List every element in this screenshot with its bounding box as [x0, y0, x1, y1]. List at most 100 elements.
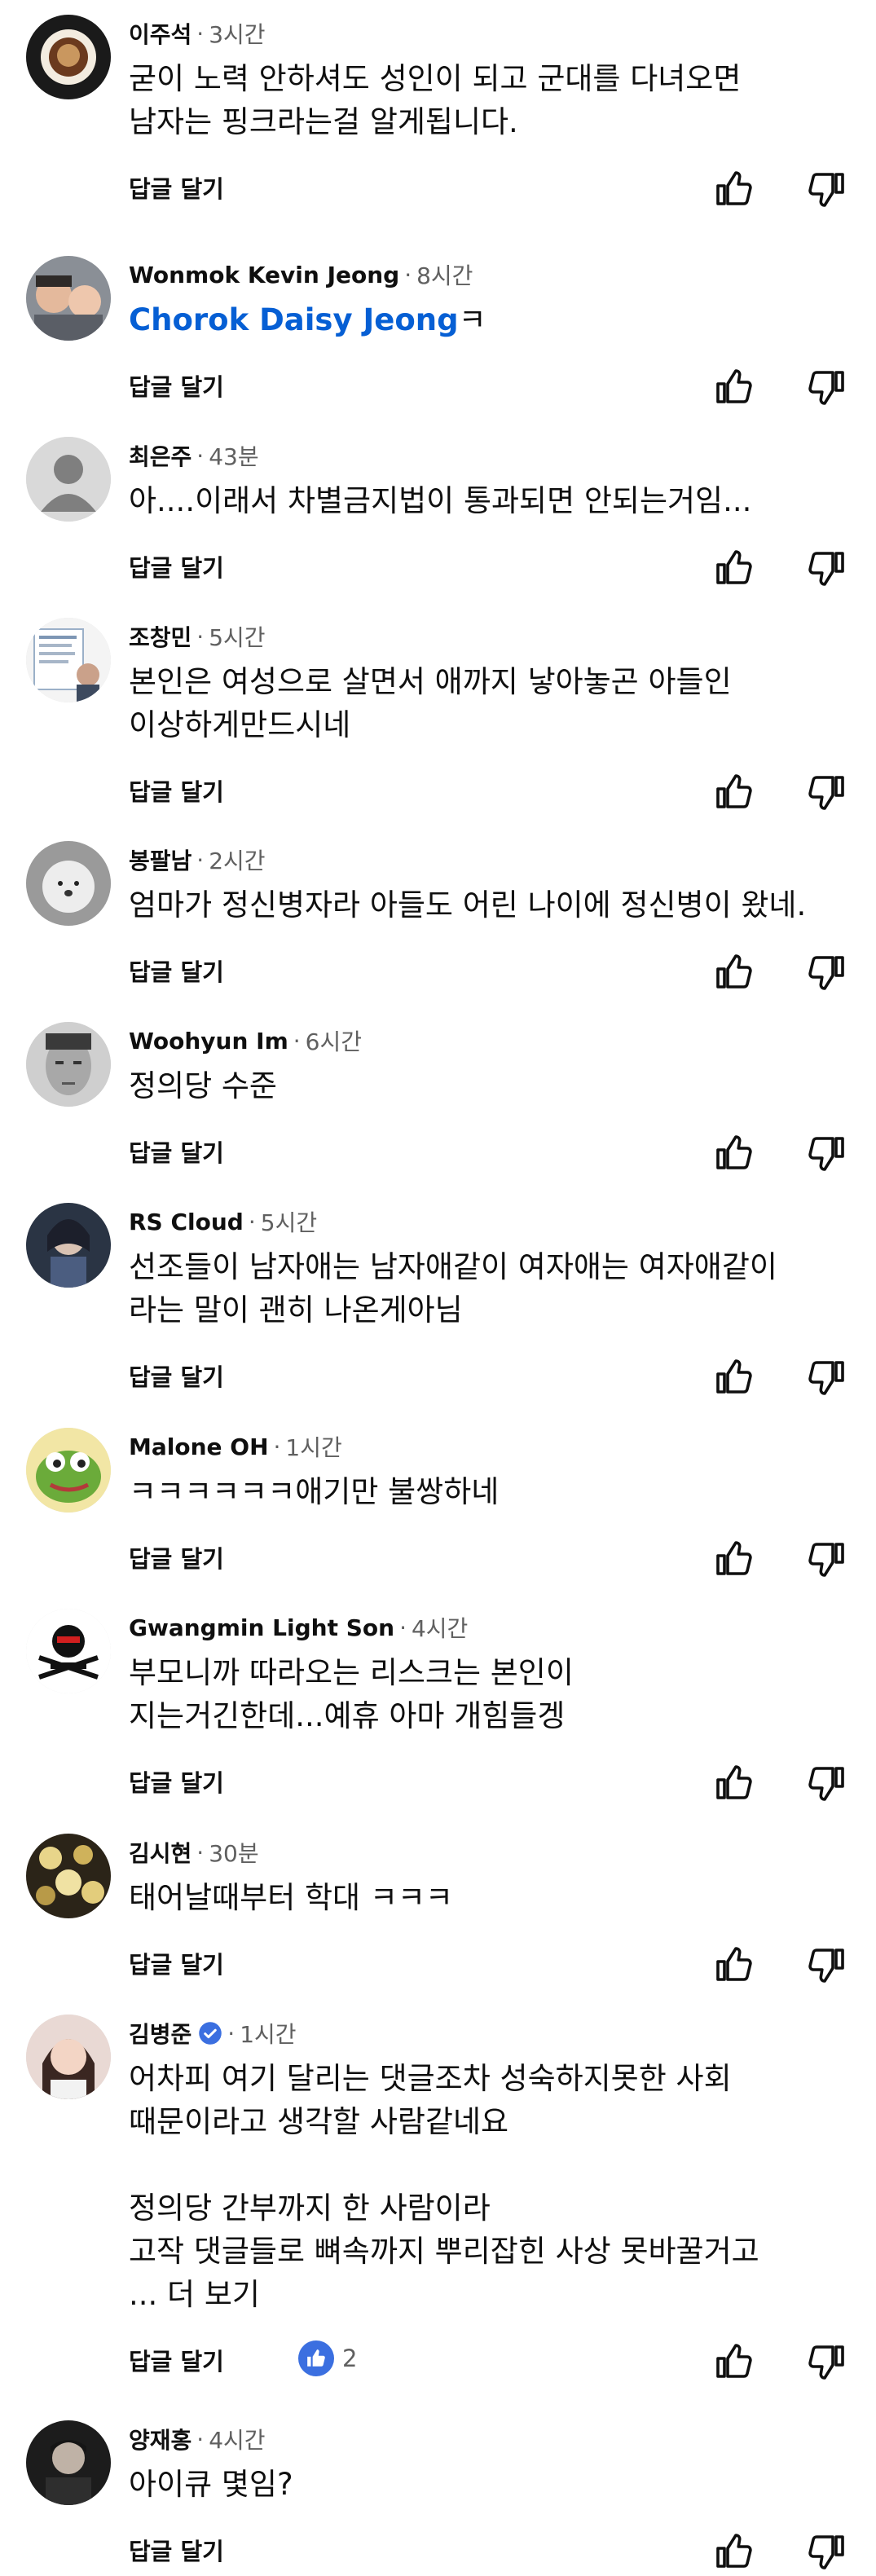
comment-timestamp[interactable]: 6시간 [306, 1024, 362, 1057]
reply-button[interactable]: 답글 달기 [129, 954, 224, 990]
comment-timestamp[interactable]: 4시간 [412, 1611, 468, 1644]
avatar-dog [26, 841, 111, 926]
avatar-frog [26, 1428, 111, 1513]
thumbs-up-icon[interactable] [715, 1539, 754, 1579]
separator-dot: · [196, 846, 205, 874]
author-name[interactable]: 이주석 [129, 17, 191, 50]
avatar[interactable] [26, 1022, 111, 1107]
comment-body: 어차피 여기 달리는 댓글조차 성숙하지못한 사회 때문이라고 생각할 사람같네… [129, 2061, 759, 2312]
avatar[interactable] [26, 1203, 111, 1288]
avatar[interactable] [26, 1834, 111, 1918]
thumbs-up-filled-icon [298, 2340, 334, 2376]
avatar[interactable] [26, 1609, 111, 1693]
thumbs-down-icon[interactable] [807, 2532, 846, 2571]
avatar-girl [26, 2015, 111, 2099]
comment-text: 선조들이 남자애는 남자애같이 여자애는 여자애같이 라는 말이 괜히 나온게아… [129, 1245, 862, 1332]
comment-header: RS Cloud · 5시간 [129, 1203, 317, 1240]
reply-button[interactable]: 답글 달기 [129, 1541, 224, 1577]
author-name[interactable]: Woohyun Im [129, 1028, 288, 1055]
thumbs-down-icon[interactable] [807, 1134, 846, 1173]
reply-button[interactable]: 답글 달기 [129, 2344, 224, 2380]
author-name[interactable]: RS Cloud [129, 1209, 244, 1235]
reply-button[interactable]: 답글 달기 [129, 1359, 224, 1395]
comment-timestamp[interactable]: 1시간 [240, 2017, 296, 2050]
comment-body: 본인은 여성으로 살면서 애까지 낳아놓곤 아들인 이상하게만드시네 [129, 664, 732, 742]
avatar[interactable] [26, 2015, 111, 2099]
thumbs-up-icon[interactable] [715, 2532, 754, 2571]
comment-list: 이주석 · 3시간 굳이 노력 안하셔도 성인이 되고 군대를 다녀오면 남자는 핑크… [0, 0, 876, 2573]
author-name[interactable]: 최은주 [129, 439, 191, 472]
thumbs-down-icon[interactable] [807, 368, 846, 407]
comment-text: 아....이래서 차별금지법이 통과되면 안되는거임... [129, 479, 862, 522]
mention-link[interactable]: Chorok Daisy Jeong [129, 302, 459, 337]
reply-button[interactable]: 답글 달기 [129, 774, 224, 810]
comment-timestamp[interactable]: 30분 [209, 1836, 258, 1869]
comment-text: 본인은 여성으로 살면서 애까지 낳아놓곤 아들인 이상하게만드시네 [129, 660, 862, 746]
thumbs-up-icon[interactable] [715, 1764, 754, 1803]
thumbs-up-icon[interactable] [715, 1945, 754, 1984]
thumbs-up-icon[interactable] [715, 773, 754, 812]
reply-button[interactable]: 답글 달기 [129, 1765, 224, 1801]
avatar[interactable] [26, 437, 111, 522]
avatar[interactable] [26, 2420, 111, 2505]
thumbs-down-icon[interactable] [807, 773, 846, 812]
thumbs-up-icon[interactable] [715, 170, 754, 209]
avatar[interactable] [26, 1428, 111, 1513]
comment-timestamp[interactable]: 2시간 [209, 843, 265, 876]
reply-button[interactable]: 답글 달기 [129, 369, 224, 405]
comment-text: 부모니까 따라오는 리스크는 본인이 지는거긴한데...예휴 아마 개힘들겡 [129, 1651, 862, 1737]
author-name[interactable]: Gwangmin Light Son [129, 1614, 394, 1641]
comment-header: Gwangmin Light Son · 4시간 [129, 1609, 468, 1646]
author-name[interactable]: Malone OH [129, 1433, 269, 1460]
thumbs-down-icon[interactable] [807, 2342, 846, 2381]
avatar[interactable] [26, 841, 111, 926]
author-name[interactable]: 봉팔남 [129, 843, 191, 876]
thumbs-down-icon[interactable] [807, 1945, 846, 1984]
avatar-default [26, 437, 111, 522]
comment-header: 양재홍 · 4시간 [129, 2420, 266, 2458]
comment-header: 이주석 · 3시간 [129, 15, 266, 52]
avatar[interactable] [26, 15, 111, 99]
reply-button[interactable]: 답글 달기 [129, 1947, 224, 1983]
author-name[interactable]: 김시현 [129, 1836, 191, 1869]
comment-header: 김시현 · 30분 [129, 1834, 259, 1871]
separator-dot: · [196, 20, 205, 47]
comment-actions: 답글 달기 [0, 1535, 876, 1583]
reply-button[interactable]: 답글 달기 [129, 171, 224, 207]
reply-button[interactable]: 답글 달기 [129, 550, 224, 586]
author-name[interactable]: 조창민 [129, 620, 191, 653]
comment-timestamp[interactable]: 5시간 [261, 1205, 317, 1238]
comment-timestamp[interactable]: 8시간 [416, 258, 473, 291]
thumbs-down-icon[interactable] [807, 1539, 846, 1579]
thumbs-up-icon[interactable] [715, 953, 754, 992]
comment-header: 조창민 · 5시간 [129, 618, 266, 655]
thumbs-down-icon[interactable] [807, 548, 846, 588]
comment-text: ㅋㅋㅋㅋㅋㅋ애기만 불쌍하네 [129, 1470, 862, 1513]
comment-body: 부모니까 따라오는 리스크는 본인이 지는거긴한데...예휴 아마 개힘들겡 [129, 1655, 574, 1733]
reply-button[interactable]: 답글 달기 [129, 1135, 224, 1171]
thumbs-up-icon[interactable] [715, 2342, 754, 2381]
thumbs-down-icon[interactable] [807, 1358, 846, 1397]
thumbs-up-icon[interactable] [715, 368, 754, 407]
comment-timestamp[interactable]: 5시간 [209, 620, 265, 653]
thumbs-up-icon[interactable] [715, 1358, 754, 1397]
thumbs-up-icon[interactable] [715, 548, 754, 588]
comment-timestamp[interactable]: 4시간 [209, 2423, 265, 2455]
author-name[interactable]: 김병준 [129, 2017, 191, 2050]
thumbs-down-icon[interactable] [807, 170, 846, 209]
avatar-coffee [26, 15, 111, 99]
thumbs-up-icon[interactable] [715, 1134, 754, 1173]
separator-dot: · [196, 442, 205, 469]
author-name[interactable]: Wonmok Kevin Jeong [129, 262, 399, 288]
author-name[interactable]: 양재홍 [129, 2423, 191, 2455]
comment-timestamp[interactable]: 3시간 [209, 17, 265, 50]
reply-button[interactable]: 답글 달기 [129, 2534, 224, 2569]
comment-timestamp[interactable]: 1시간 [285, 1430, 341, 1463]
comment-timestamp[interactable]: 43분 [209, 439, 258, 472]
thumbs-down-icon[interactable] [807, 1764, 846, 1803]
comment-actions: 답글 달기 [0, 165, 876, 214]
comment-header: 김병준 · 1시간 [129, 2015, 297, 2052]
avatar[interactable] [26, 256, 111, 341]
thumbs-down-icon[interactable] [807, 953, 846, 992]
avatar[interactable] [26, 618, 111, 702]
